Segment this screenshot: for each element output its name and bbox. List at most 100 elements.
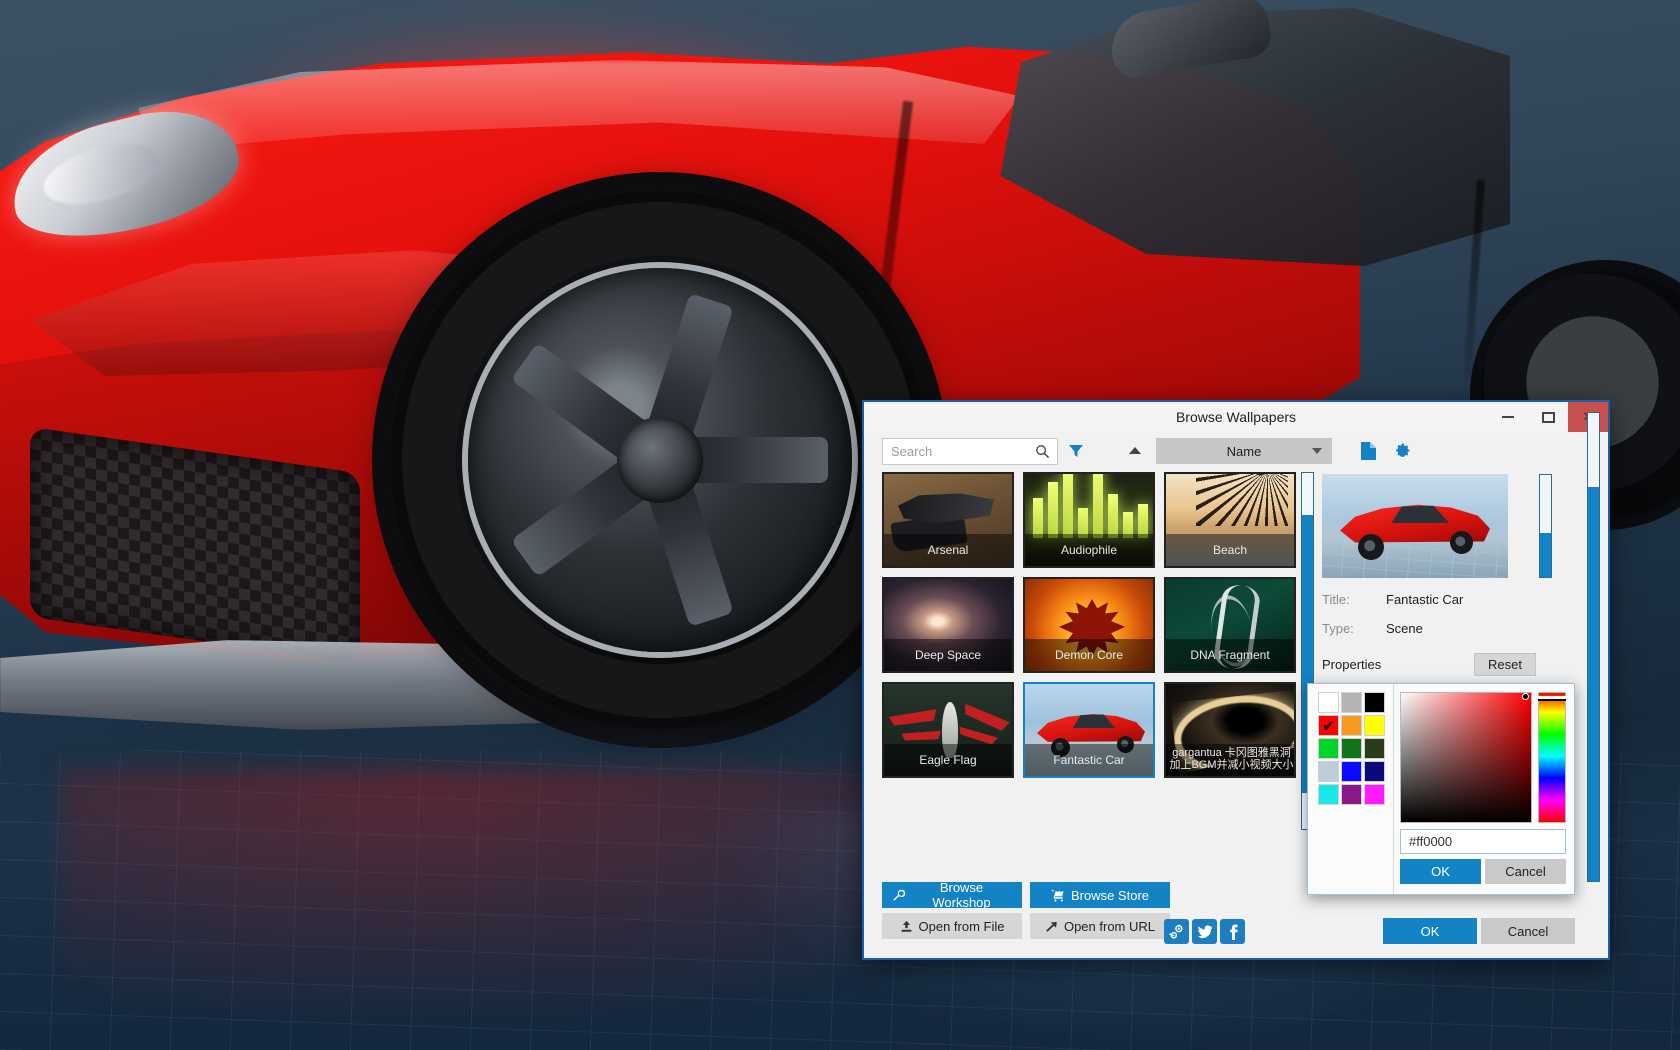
check-icon: ✔	[1322, 717, 1335, 735]
color-preset-grid: ✔	[1318, 692, 1393, 805]
footer-row-primary: Browse Workshop Browse Store	[882, 880, 1312, 910]
open-from-url-button[interactable]: Open from URL	[1030, 913, 1170, 939]
color-preset-swatch[interactable]: ✔	[1318, 715, 1339, 736]
color-preset-swatch[interactable]	[1364, 715, 1385, 736]
wrench-icon	[892, 889, 905, 902]
upload-icon	[900, 920, 913, 933]
dialog-ok-cancel: OK Cancel	[1383, 918, 1575, 944]
search-box[interactable]	[882, 437, 1058, 465]
preview-floor-grid	[1322, 538, 1508, 578]
wallpaper-thumbnail-label: Fantastic Car	[1025, 744, 1153, 776]
wallpaper-thumbnail[interactable]: gargantua 卡冈图雅黑洞 加上BGM并减小视频大小	[1164, 682, 1296, 778]
wallpaper-thumbnail[interactable]: Demon Core	[1023, 577, 1155, 673]
color-preset-swatch[interactable]	[1318, 692, 1339, 713]
dialog-footer-buttons: Browse Workshop Browse Store Open from F…	[882, 880, 1312, 944]
arrow-icon	[1045, 920, 1058, 933]
reset-button[interactable]: Reset	[1474, 653, 1536, 676]
preview-scrollbar[interactable]	[1539, 474, 1552, 578]
color-preset-swatch[interactable]	[1341, 761, 1362, 782]
detail-title-key: Title:	[1322, 592, 1350, 607]
wallpaper-thumbnail-label: Audiophile	[1025, 534, 1153, 566]
filter-icon[interactable]	[1068, 443, 1084, 459]
wallpaper-thumbnail[interactable]: Deep Space	[882, 577, 1014, 673]
detail-type-key: Type:	[1322, 621, 1354, 636]
color-preset-swatch[interactable]	[1341, 715, 1362, 736]
dialog-title: Browse Wallpapers	[1175, 409, 1297, 425]
wallpaper-thumbnail-label: gargantua 卡冈图雅黑洞 加上BGM并减小视频大小	[1166, 744, 1294, 776]
sort-field-select[interactable]: Name	[1156, 438, 1332, 464]
car-wheel-hub	[617, 417, 703, 503]
wallpaper-thumbnail[interactable]: Audiophile	[1023, 472, 1155, 568]
color-preset-swatch[interactable]	[1341, 738, 1362, 759]
color-preset-swatch[interactable]	[1364, 692, 1385, 713]
color-picker-ok-button[interactable]: OK	[1400, 859, 1481, 884]
facebook-icon[interactable]	[1220, 919, 1245, 944]
sort-field-label: Name	[1226, 443, 1262, 459]
ok-button[interactable]: OK	[1383, 918, 1477, 944]
wallpaper-thumbnail-label: Arsenal	[884, 534, 1012, 566]
properties-label: Properties	[1322, 657, 1382, 672]
wallpaper-thumbnail[interactable]: Arsenal	[882, 472, 1014, 568]
wallpaper-thumbnail[interactable]: Fantastic Car	[1023, 682, 1155, 778]
wallpaper-thumbnail-label: Beach	[1166, 534, 1294, 566]
color-preset-swatch[interactable]	[1318, 738, 1339, 759]
sort-ascending-icon[interactable]	[1124, 438, 1146, 464]
preview-front-wheel	[1358, 534, 1384, 560]
maximize-button[interactable]	[1528, 402, 1568, 432]
color-presets-panel: ✔	[1308, 684, 1394, 894]
browse-store-button[interactable]: Browse Store	[1030, 882, 1170, 908]
open-from-file-label: Open from File	[918, 918, 1005, 934]
wallpaper-thumbnail-label: Deep Space	[884, 639, 1012, 671]
twitter-icon[interactable]	[1192, 919, 1217, 944]
color-preset-swatch[interactable]	[1364, 784, 1385, 805]
browse-workshop-button[interactable]: Browse Workshop	[882, 880, 1022, 910]
dialog-scrollbar[interactable]	[1587, 412, 1600, 882]
wallpaper-thumbnail-label: Demon Core	[1025, 639, 1153, 671]
wallpaper-grid: Arsenal Audiophile Beach Deep Space Demon Co…	[882, 472, 1296, 778]
preview-scrollbar-thumb[interactable]	[1540, 533, 1551, 577]
browse-workshop-label: Browse Workshop	[932, 880, 991, 910]
properties-row: Properties Reset	[1322, 653, 1566, 676]
eagle-wing	[961, 704, 1012, 733]
color-preset-swatch[interactable]	[1341, 784, 1362, 805]
wallpaper-thumbnail[interactable]: Eagle Flag	[882, 682, 1014, 778]
color-preset-swatch[interactable]	[1364, 761, 1385, 782]
audio-bar	[1093, 474, 1103, 538]
hex-field-wrapper	[1400, 829, 1566, 854]
color-preset-swatch[interactable]	[1318, 784, 1339, 805]
preview-rear-wheel	[1450, 531, 1473, 554]
color-preset-swatch[interactable]	[1341, 692, 1362, 713]
steam-icon[interactable]	[1164, 919, 1189, 944]
dialog-scrollbar-thumb[interactable]	[1588, 487, 1599, 881]
saturation-value-knob[interactable]	[1522, 693, 1529, 700]
hex-color-input[interactable]	[1400, 829, 1566, 854]
eagle-wing	[957, 727, 998, 746]
wallpaper-thumbnail[interactable]: DNA Fragment	[1164, 577, 1296, 673]
color-picker-popup: ✔ OK Cancel	[1307, 683, 1575, 895]
detail-type-row: Type: Scene	[1322, 621, 1566, 636]
color-preset-swatch[interactable]	[1318, 761, 1339, 782]
dialog-titlebar[interactable]: Browse Wallpapers ✕	[864, 402, 1608, 432]
audio-bar	[1138, 504, 1148, 538]
hue-slider[interactable]	[1538, 692, 1566, 823]
wallpaper-thumbnail[interactable]: Beach	[1164, 472, 1296, 568]
new-file-icon[interactable]	[1360, 441, 1377, 461]
cancel-button[interactable]: Cancel	[1481, 918, 1575, 944]
wallpaper-grid-wrapper: Arsenal Audiophile Beach Deep Space Demon Co…	[882, 472, 1314, 830]
hue-slider-knob[interactable]	[1538, 696, 1566, 701]
eagle-wing	[901, 727, 942, 746]
wallpaper-preview[interactable]	[1322, 474, 1508, 578]
minimize-button[interactable]	[1488, 402, 1528, 432]
color-preset-swatch[interactable]	[1364, 738, 1385, 759]
car-front-rim	[468, 268, 852, 652]
dialog-toolbar: Name	[864, 432, 1608, 472]
open-from-file-button[interactable]: Open from File	[882, 913, 1022, 939]
color-picker-cancel-button[interactable]: Cancel	[1485, 859, 1566, 884]
gear-icon[interactable]	[1393, 442, 1412, 461]
chevron-down-icon	[1312, 448, 1322, 454]
audio-bar	[1033, 498, 1043, 538]
browse-store-label: Browse Store	[1070, 887, 1150, 903]
search-input[interactable]	[883, 438, 1057, 464]
wallpaper-thumbnail-label: DNA Fragment	[1166, 639, 1294, 671]
saturation-value-field[interactable]	[1400, 692, 1532, 823]
